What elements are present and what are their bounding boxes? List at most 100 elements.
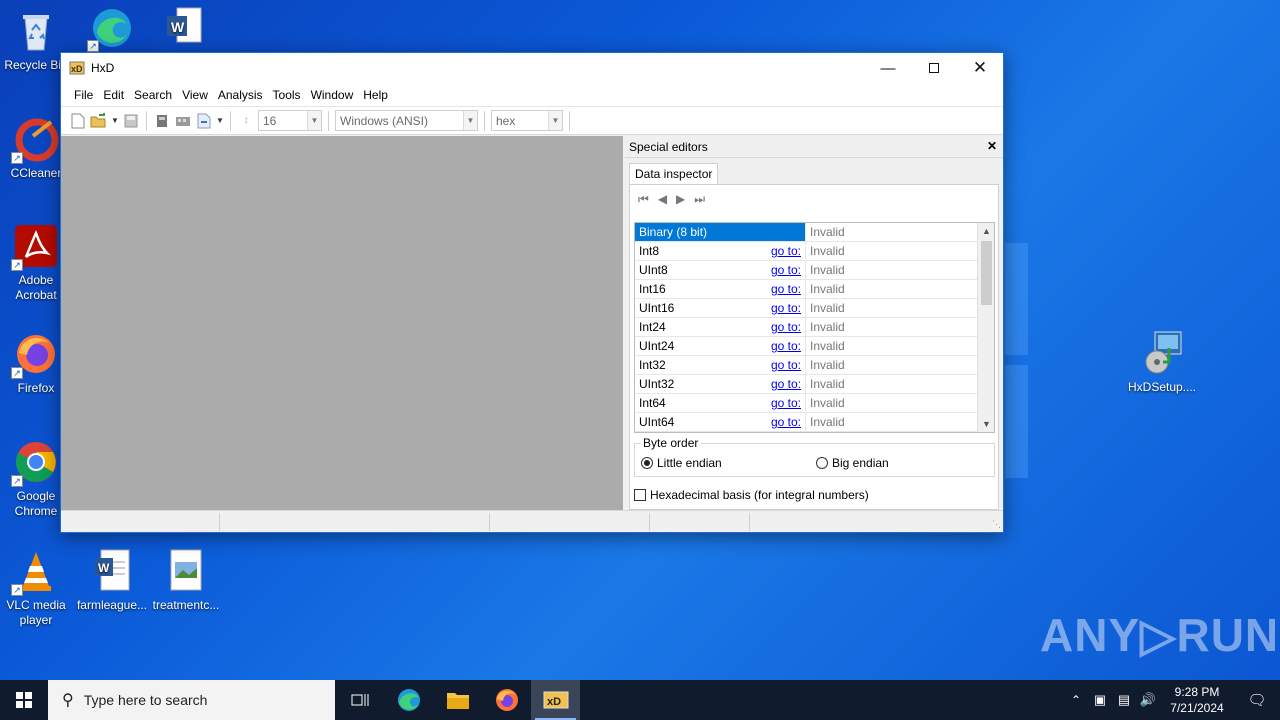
resize-grip-icon[interactable]: ⋱ <box>992 519 1001 530</box>
taskbar-search[interactable]: ⚲ Type here to search <box>48 680 335 720</box>
menu-help[interactable]: Help <box>358 88 393 102</box>
taskbar-file-explorer[interactable] <box>433 680 482 720</box>
shortcut-arrow-icon: ↗ <box>11 259 23 271</box>
desktop-icon-vlc[interactable]: ↗ VLC media player <box>0 548 74 628</box>
scroll-thumb[interactable] <box>981 241 992 305</box>
close-button[interactable]: ✕ <box>957 53 1003 83</box>
ccleaner-icon: ↗ <box>11 116 59 164</box>
goto-link[interactable]: go to: <box>771 301 801 315</box>
table-row[interactable]: Int24 go to: Invalid <box>635 318 994 337</box>
table-row[interactable]: UInt16 go to: Invalid <box>635 299 994 318</box>
menu-analysis[interactable]: Analysis <box>213 88 268 102</box>
goto-link[interactable]: go to: <box>771 263 801 277</box>
byte-order-legend: Byte order <box>640 436 702 450</box>
desktop-icon-edge[interactable]: ↗ <box>74 4 150 54</box>
network-status-icon[interactable]: ▣ <box>1088 692 1112 708</box>
scroll-up-icon[interactable]: ▲ <box>978 223 994 239</box>
word-icon: W <box>161 4 207 50</box>
maximize-icon <box>929 63 939 73</box>
table-row[interactable]: UInt8 go to: Invalid <box>635 261 994 280</box>
big-endian-radio[interactable]: Big endian <box>816 456 889 470</box>
row-type: Int24 <box>639 320 666 334</box>
goto-link[interactable]: go to: <box>771 358 801 372</box>
windows-logo-icon <box>16 692 32 708</box>
ethernet-icon[interactable]: ▤ <box>1112 692 1136 708</box>
special-editors-panel: Special editors ✕ Data inspector ⏮ ◀ ▶ ⏭… <box>625 136 1003 511</box>
inspector-nav: ⏮ ◀ ▶ ⏭ <box>630 185 998 213</box>
toolbar-separator <box>484 110 485 131</box>
goto-link[interactable]: go to: <box>771 339 801 353</box>
hex-basis-checkbox[interactable]: Hexadecimal basis (for integral numbers) <box>634 488 869 502</box>
table-row[interactable]: Int8 go to: Invalid <box>635 242 994 261</box>
minimize-button[interactable]: — <box>865 53 911 83</box>
desktop-icon-farmleague[interactable]: W farmleague... <box>74 548 150 613</box>
little-endian-radio[interactable]: Little endian <box>641 456 722 470</box>
goto-link[interactable]: go to: <box>771 282 801 296</box>
menu-edit[interactable]: Edit <box>98 88 129 102</box>
table-row[interactable]: Int32 go to: Invalid <box>635 356 994 375</box>
table-row[interactable]: UInt24 go to: Invalid <box>635 337 994 356</box>
first-icon[interactable]: ⏮ <box>638 192 649 207</box>
table-row[interactable]: Int16 go to: Invalid <box>635 280 994 299</box>
row-type: UInt16 <box>639 301 675 315</box>
taskbar-edge[interactable] <box>384 680 433 720</box>
open-dropdown-icon[interactable]: ▼ <box>111 112 119 130</box>
menu-file[interactable]: File <box>69 88 98 102</box>
title-bar[interactable]: xD HxD — ✕ <box>61 53 1003 83</box>
status-segment <box>489 513 490 531</box>
last-icon[interactable]: ⏭ <box>694 192 705 207</box>
clock[interactable]: 9:28 PM 7/21/2024 <box>1160 684 1234 716</box>
taskbar-hxd[interactable]: xD <box>531 680 580 720</box>
desktop-icon-hxdsetup[interactable]: HxDSetup.... <box>1124 330 1200 395</box>
firefox-icon <box>495 689 518 711</box>
table-row[interactable]: UInt32 go to: Invalid <box>635 375 994 394</box>
charset-select[interactable]: Windows (ANSI) ▼ <box>335 110 478 131</box>
task-view-button[interactable] <box>335 680 384 720</box>
open-disk-icon[interactable] <box>153 112 171 130</box>
bytes-per-row-select[interactable]: 16 ▼ <box>258 110 322 131</box>
previous-icon[interactable]: ◀ <box>658 192 667 206</box>
grid-scrollbar[interactable]: ▲ ▼ <box>977 223 994 432</box>
hxd-app-icon: xD <box>543 691 568 709</box>
search-placeholder: Type here to search <box>83 692 208 708</box>
table-row[interactable]: Binary (8 bit) Invalid <box>635 223 994 242</box>
menu-search[interactable]: Search <box>129 88 177 102</box>
menu-view[interactable]: View <box>177 88 213 102</box>
export-dropdown-icon[interactable]: ▼ <box>216 112 224 130</box>
goto-link[interactable]: go to: <box>771 415 801 429</box>
desktop-icon-treatment[interactable]: treatmentc... <box>148 548 224 613</box>
new-file-icon[interactable] <box>69 112 87 130</box>
maximize-button[interactable] <box>911 53 957 83</box>
table-row[interactable]: UInt64 go to: Invalid <box>635 413 994 432</box>
desktop-icon-word[interactable]: W <box>146 4 222 54</box>
save-icon[interactable] <box>122 112 140 130</box>
goto-link[interactable]: go to: <box>771 377 801 391</box>
chevron-up-icon[interactable]: ⌃ <box>1064 693 1088 707</box>
start-button[interactable] <box>0 680 48 720</box>
svg-text:W: W <box>98 561 110 575</box>
taskbar-firefox[interactable] <box>482 680 531 720</box>
big-endian-label: Big endian <box>832 456 889 470</box>
table-row[interactable]: Int64 go to: Invalid <box>635 394 994 413</box>
volume-icon[interactable]: 🔊 <box>1136 692 1160 708</box>
offset-base-select[interactable]: hex ▼ <box>491 110 563 131</box>
goto-link[interactable]: go to: <box>771 320 801 334</box>
menu-window[interactable]: Window <box>306 88 359 102</box>
open-file-icon[interactable] <box>90 112 108 130</box>
goto-link[interactable]: go to: <box>771 396 801 410</box>
open-ram-icon[interactable] <box>174 112 192 130</box>
export-icon[interactable] <box>195 112 213 130</box>
notification-icon[interactable]: 🗨 <box>1234 691 1280 709</box>
row-value: Invalid <box>810 301 845 315</box>
tab-data-inspector[interactable]: Data inspector <box>629 163 719 184</box>
edge-icon <box>397 689 420 711</box>
close-panel-icon[interactable]: ✕ <box>987 139 997 153</box>
toolbar: ▼ ▼ ↕ 16 ▼ Windows (ANSI) ▼ hex ▼ <box>61 107 1003 135</box>
offset-base-value: hex <box>496 113 516 128</box>
goto-link[interactable]: go to: <box>771 244 801 258</box>
desktop-icon-label: VLC media player <box>6 598 66 627</box>
next-icon[interactable]: ▶ <box>676 192 685 206</box>
firefox-icon: ↗ <box>11 331 59 379</box>
menu-tools[interactable]: Tools <box>268 88 306 102</box>
scroll-down-icon[interactable]: ▼ <box>978 416 994 432</box>
